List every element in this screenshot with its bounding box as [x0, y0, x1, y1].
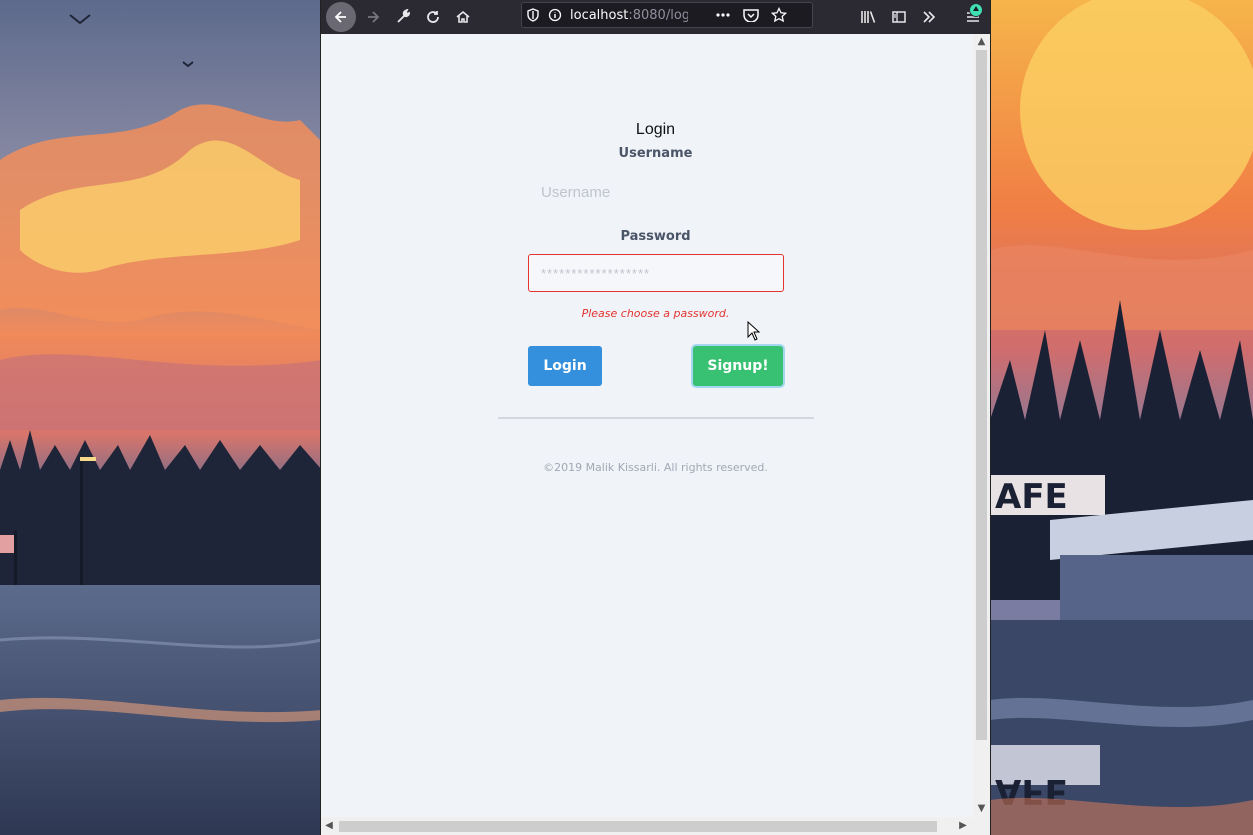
home-button[interactable] — [448, 3, 478, 31]
password-label: Password — [620, 229, 691, 244]
tools-button[interactable] — [388, 3, 418, 31]
url-path: :8080/logi — [628, 7, 688, 23]
library-icon — [861, 11, 876, 23]
home-icon — [456, 10, 470, 23]
scroll-down-icon[interactable]: ▼ — [973, 801, 990, 817]
browser-toolbar: localhost:8080/logi — [321, 0, 990, 34]
update-available-icon — [969, 3, 983, 17]
reload-icon — [427, 11, 439, 23]
mouse-cursor-icon — [747, 321, 761, 341]
chevrons-right-icon — [923, 11, 936, 23]
login-button[interactable]: Login — [528, 346, 602, 386]
vertical-scroll-thumb[interactable] — [976, 50, 987, 740]
password-input[interactable] — [528, 254, 784, 292]
horizontal-scrollbar[interactable]: ◀ ▶ — [321, 817, 990, 835]
copyright-footer: ©2019 Malik Kissarli. All rights reserve… — [543, 461, 768, 474]
back-button[interactable] — [326, 2, 356, 32]
pocket-icon[interactable] — [740, 3, 762, 27]
menu-button[interactable] — [956, 3, 990, 31]
vertical-scrollbar[interactable]: ▲ ▼ — [973, 34, 990, 817]
reload-button[interactable] — [418, 3, 448, 31]
username-label: Username — [618, 146, 693, 161]
library-button[interactable] — [854, 3, 884, 31]
overflow-button[interactable] — [914, 3, 944, 31]
scroll-right-icon[interactable]: ▶ — [955, 817, 971, 835]
arrow-right-icon — [368, 11, 380, 23]
bookmark-star-icon[interactable] — [768, 3, 790, 27]
scroll-left-icon[interactable]: ◀ — [321, 817, 337, 835]
username-input[interactable] — [528, 173, 784, 211]
sidebar-icon — [892, 11, 906, 23]
svg-text:AFE: AFE — [995, 477, 1068, 517]
password-error-message: Please choose a password. — [581, 307, 730, 320]
horizontal-scroll-thumb[interactable] — [339, 821, 937, 832]
login-heading: Login — [635, 121, 676, 138]
wrench-icon — [397, 9, 410, 23]
arrow-left-icon — [334, 11, 346, 23]
shield-icon[interactable] — [522, 3, 544, 27]
toolbar-right-group — [854, 0, 990, 34]
url-bar[interactable]: localhost:8080/logi — [521, 2, 813, 28]
url-text[interactable]: localhost:8080/logi — [570, 8, 688, 23]
scroll-up-icon[interactable]: ▲ — [973, 34, 990, 50]
footer-divider — [498, 417, 814, 419]
forward-button[interactable] — [358, 3, 388, 31]
sidebar-button[interactable] — [884, 3, 914, 31]
signup-button[interactable]: Signup! — [693, 346, 783, 386]
browser-window: localhost:8080/logi Login Username Usern… — [321, 0, 990, 835]
more-actions-icon[interactable] — [712, 3, 734, 27]
url-host: localhost — [570, 7, 629, 23]
info-icon[interactable] — [544, 3, 566, 27]
page-viewport: Login Username Password Please choose a … — [321, 34, 973, 817]
